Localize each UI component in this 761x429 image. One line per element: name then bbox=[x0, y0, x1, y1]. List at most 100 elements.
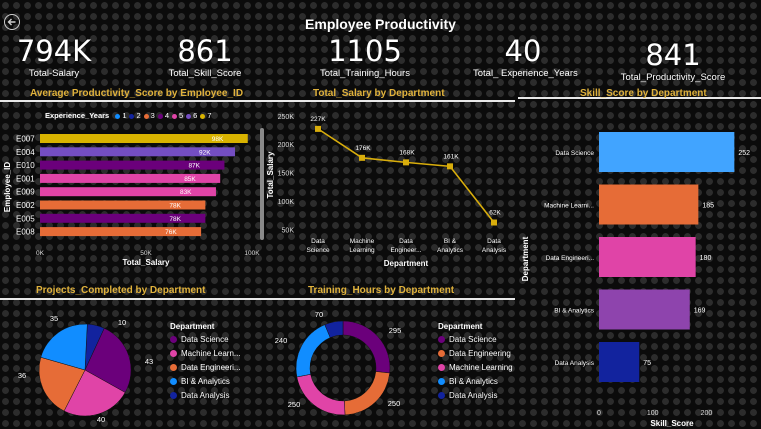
x-tick-label: Engineer... bbox=[390, 247, 421, 254]
y-tick-label: Data Analysis bbox=[555, 360, 595, 367]
data-label: 252 bbox=[738, 150, 750, 157]
y-tick-label: E002 bbox=[16, 201, 35, 210]
y-tick-label: E009 bbox=[16, 188, 35, 197]
data-label: 176K bbox=[355, 145, 371, 152]
data-point bbox=[315, 125, 321, 132]
data-label: 250 bbox=[288, 400, 301, 409]
donut-slice bbox=[296, 374, 346, 416]
data-label: 240 bbox=[275, 336, 288, 345]
donut-slice bbox=[342, 320, 391, 374]
y-tick-label: 150K bbox=[278, 171, 295, 178]
y-tick-label: 250K bbox=[278, 114, 295, 121]
kpi-value: 861 bbox=[177, 34, 233, 68]
data-label: 62K bbox=[489, 210, 501, 217]
data-label: 92K bbox=[199, 149, 211, 156]
kpi-card-experience-years: 40 Total_ Experience_Years bbox=[473, 34, 578, 79]
panel-title-avg-productivity: Average Productivity_Score by Employee_I… bbox=[30, 88, 244, 99]
legend-item: Data Engineering bbox=[438, 349, 513, 358]
x-axis-label: Department bbox=[384, 259, 429, 268]
y-tick-label: E001 bbox=[16, 174, 35, 183]
legend-item: 6 bbox=[186, 111, 197, 120]
divider-middle-left bbox=[0, 298, 515, 300]
data-label: 295 bbox=[389, 326, 402, 335]
x-tick-label: Data bbox=[311, 238, 325, 245]
data-label: 70 bbox=[315, 310, 323, 319]
x-tick-label: Analytics bbox=[437, 247, 464, 254]
data-label: 250 bbox=[388, 399, 401, 408]
panel-title-training-by-dept: Training_Hours by Department bbox=[308, 285, 455, 296]
legend-item: Machine Learning bbox=[438, 363, 513, 372]
chart-training-by-department: 295 250 250 240 70 bbox=[275, 310, 402, 416]
y-tick-label: E005 bbox=[16, 214, 35, 223]
bar bbox=[40, 227, 202, 237]
x-axis-label: Skill_Score bbox=[650, 419, 694, 428]
x-tick-label: Science bbox=[306, 247, 330, 254]
x-tick-label: Data bbox=[399, 238, 413, 245]
data-label: 78K bbox=[169, 203, 181, 210]
donut-slice bbox=[295, 324, 331, 378]
data-label: 75 bbox=[643, 360, 651, 367]
y-tick-label: 200K bbox=[278, 142, 295, 149]
y-tick-label: BI & Analytics bbox=[554, 308, 594, 315]
bar bbox=[599, 289, 690, 330]
data-point bbox=[491, 219, 497, 226]
data-label: 36 bbox=[18, 371, 26, 380]
kpi-label: Total_Training_Hours bbox=[320, 68, 410, 79]
legend-item: BI & Analytics bbox=[438, 377, 513, 386]
legend-training: Department Data Science Data Engineering Ma… bbox=[438, 322, 513, 405]
y-axis-label: Department bbox=[521, 236, 530, 281]
y-tick-label: Data Engineeri... bbox=[546, 255, 595, 262]
y-tick-label: Machine Learni... bbox=[544, 203, 594, 210]
data-point bbox=[447, 163, 453, 170]
legend-item: Machine Learn... bbox=[170, 349, 241, 358]
data-label: 185 bbox=[702, 203, 714, 210]
x-tick-label: Learning bbox=[349, 247, 375, 254]
chart-salary-by-department: 50K 100K 150K 200K 250K Total_Salary 227K Data S… bbox=[266, 114, 507, 268]
panel-title-projects-by-dept: Projects_Completed by Department bbox=[36, 285, 206, 296]
y-tick-label: E004 bbox=[16, 148, 35, 157]
kpi-label: Total_Skill_Score bbox=[168, 68, 242, 79]
chart-projects-by-department: 43 40 36 35 10 bbox=[18, 314, 153, 424]
page-title: Employee Productivity bbox=[305, 16, 456, 32]
data-label: 169 bbox=[694, 308, 706, 315]
kpi-card-skill-score: 861 Total_Skill_Score bbox=[160, 34, 250, 79]
y-tick-label: E007 bbox=[16, 135, 35, 144]
x-tick-label: 0K bbox=[36, 250, 45, 257]
legend-item: Data Analysis bbox=[438, 391, 513, 400]
legend-item: BI & Analytics bbox=[170, 377, 241, 386]
y-tick-label: 50K bbox=[282, 227, 295, 234]
data-label: 161K bbox=[443, 153, 459, 160]
x-tick-label: 100K bbox=[244, 250, 260, 257]
y-tick-label: Data Science bbox=[555, 150, 594, 157]
legend-item: 2 bbox=[129, 111, 141, 120]
x-tick-label: 0 bbox=[597, 410, 601, 417]
y-tick-label: 100K bbox=[278, 199, 295, 206]
data-label: 78K bbox=[169, 216, 181, 223]
legend-item: Data Engineeri... bbox=[170, 363, 241, 372]
bar bbox=[599, 132, 735, 172]
data-label: 227K bbox=[310, 116, 326, 123]
kpi-label: Total-Salary bbox=[28, 68, 80, 79]
data-label: 83K bbox=[180, 189, 192, 196]
kpi-label: Total_Productivity_Score bbox=[620, 72, 726, 83]
data-label: 98K bbox=[212, 136, 224, 143]
legend-item: Data Analysis bbox=[170, 391, 241, 400]
x-tick-label: 100 bbox=[647, 410, 659, 417]
legend-item: 3 bbox=[143, 111, 155, 120]
y-tick-label: E008 bbox=[16, 228, 35, 237]
legend-item: 4 bbox=[157, 111, 169, 120]
donut-slice bbox=[344, 371, 391, 416]
x-tick-label: Analysis bbox=[482, 247, 507, 254]
bar bbox=[599, 342, 640, 382]
data-label: 168K bbox=[399, 149, 415, 156]
data-label: 35 bbox=[50, 314, 58, 323]
legend-title: Department bbox=[170, 322, 215, 331]
bar bbox=[599, 237, 696, 277]
legend-item: 7 bbox=[200, 111, 212, 120]
data-label: 85K bbox=[184, 176, 196, 183]
data-label: 87K bbox=[188, 163, 200, 170]
x-tick-label: Machine bbox=[350, 238, 375, 245]
legend-projects: Department Data Science Machine Learn... Da… bbox=[170, 322, 241, 405]
data-label: 10 bbox=[118, 318, 126, 327]
legend-item: 1 bbox=[115, 111, 126, 120]
